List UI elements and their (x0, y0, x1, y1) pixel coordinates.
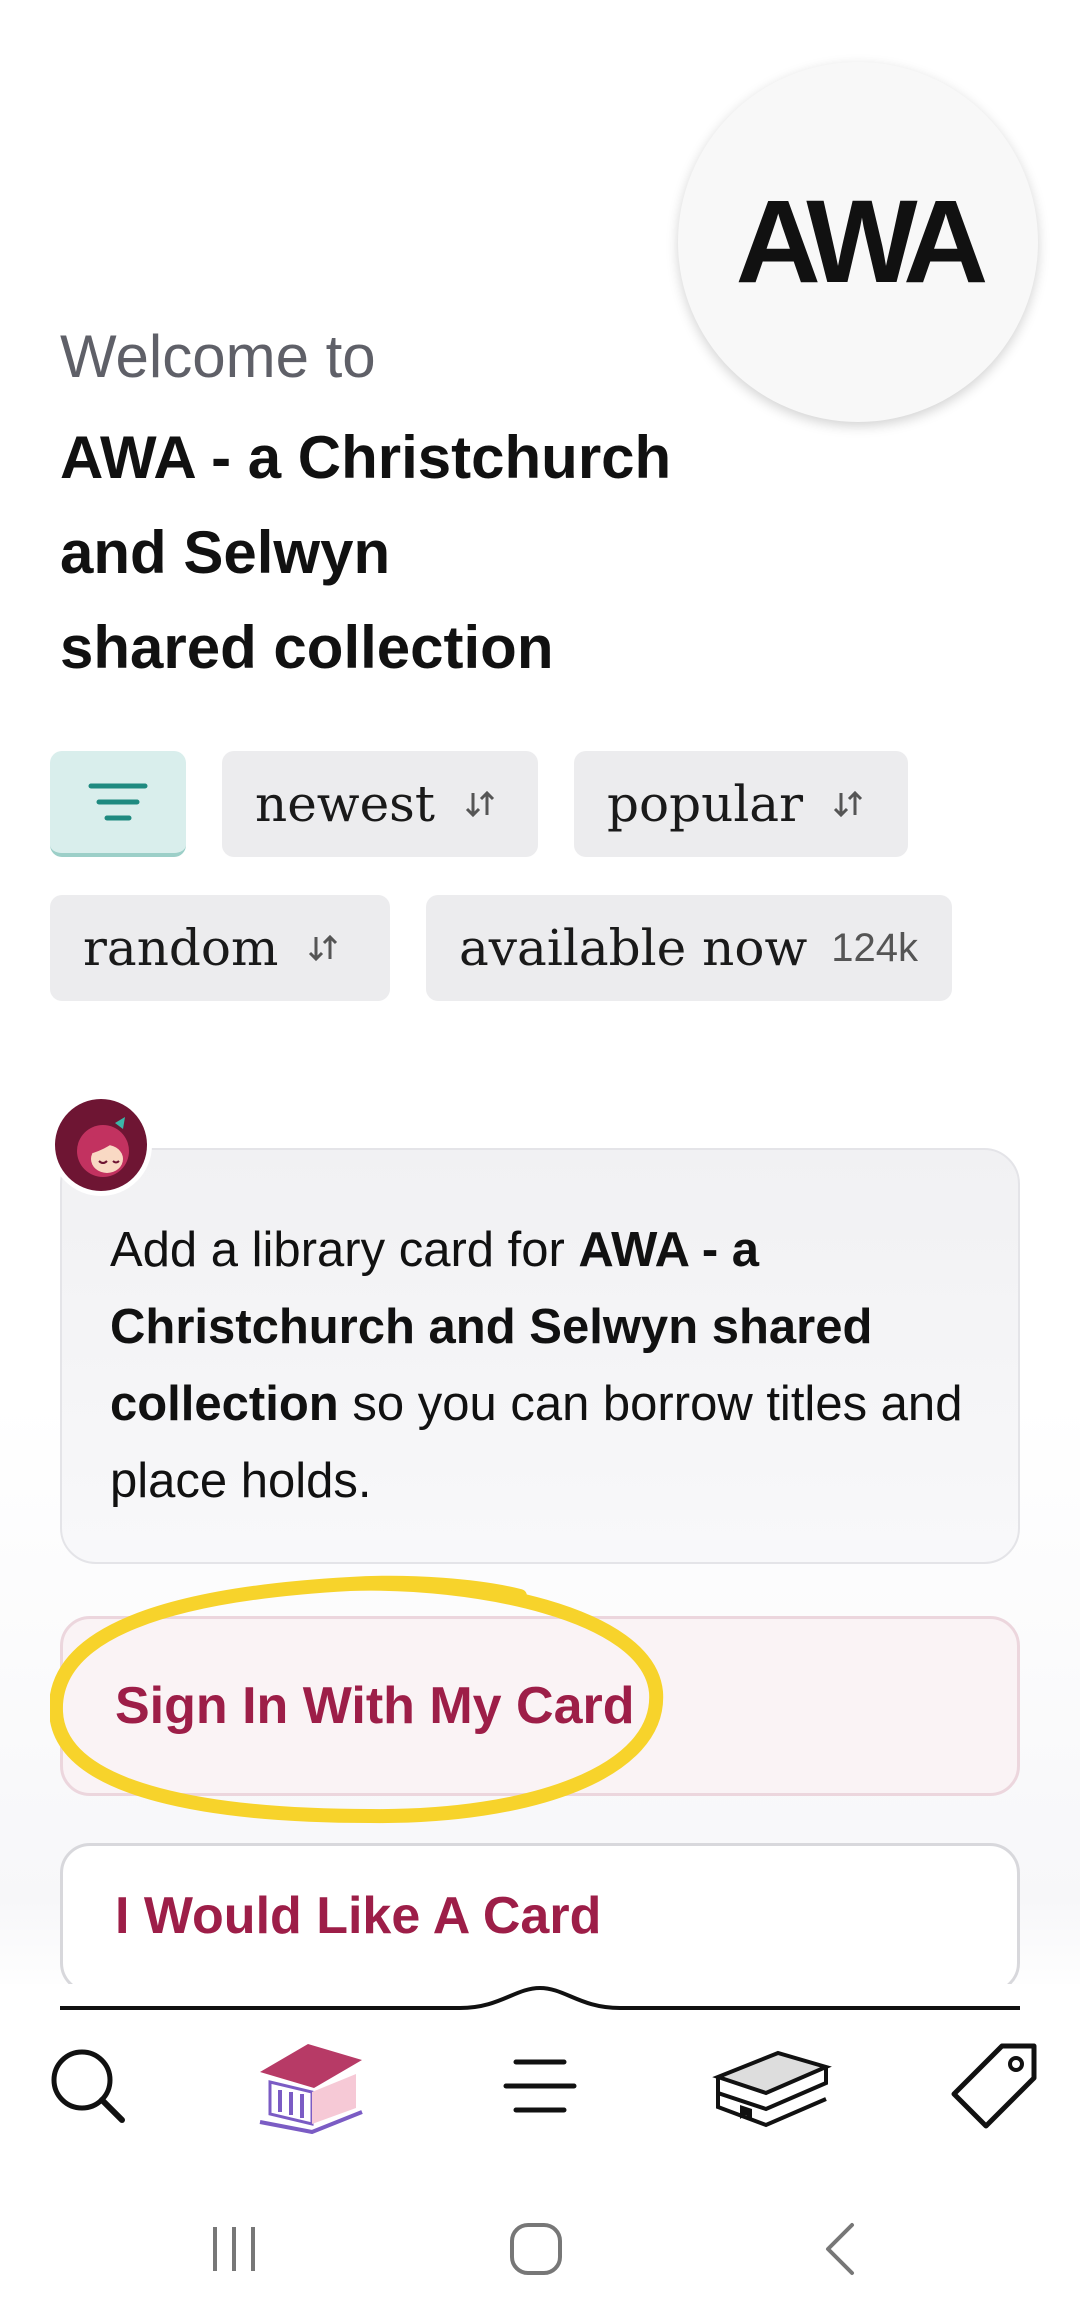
library-logo: AWA (678, 62, 1038, 422)
chip-label: random (83, 919, 279, 977)
search-icon (51, 2049, 125, 2123)
sort-arrows-icon (833, 790, 863, 818)
system-back[interactable] (780, 2204, 900, 2294)
bottom-nav (0, 1984, 1080, 2184)
sort-random-chip[interactable]: random (50, 895, 390, 1001)
request-card-label: I Would Like A Card (115, 1887, 602, 1945)
nav-divider (60, 1985, 1020, 2010)
library-title-line: and Selwyn (60, 519, 391, 586)
system-recent-apps[interactable] (174, 2204, 294, 2294)
menu-icon (503, 2059, 577, 2113)
library-card-notice: Add a library card for AWA - a Christchu… (60, 1148, 1020, 1564)
sort-popular-chip[interactable]: popular (574, 751, 908, 857)
nav-tags[interactable] (924, 2026, 1064, 2146)
library-icon (259, 2044, 363, 2134)
back-icon (826, 2223, 854, 2275)
system-home[interactable] (476, 2204, 596, 2294)
sort-arrows-icon (309, 934, 338, 962)
sort-newest-chip[interactable]: newest (222, 751, 538, 857)
sign-in-with-card-button[interactable]: Sign In With My Card (60, 1616, 1020, 1796)
chip-label: available now (459, 919, 808, 977)
library-logo-text: AWA (735, 176, 989, 308)
notice-text-before: Add a library card for (110, 1223, 579, 1277)
available-count: 124k (831, 925, 918, 970)
filter-lines-icon (88, 783, 148, 821)
chip-label: popular (607, 775, 804, 833)
welcome-label: Welcome to (60, 323, 376, 390)
filter-button[interactable] (50, 751, 186, 857)
recent-apps-icon (213, 2227, 255, 2271)
sign-in-label: Sign In With My Card (115, 1677, 635, 1735)
sort-arrows-icon (465, 790, 494, 818)
nav-menu[interactable] (470, 2026, 610, 2146)
libby-avatar-icon (50, 1094, 152, 1196)
home-icon (510, 2223, 562, 2275)
nav-search[interactable] (18, 2026, 158, 2146)
shelf-books-icon (712, 2050, 832, 2128)
chip-label: newest (255, 775, 435, 833)
available-now-chip[interactable]: available now 124k (426, 895, 952, 1001)
nav-shelf[interactable] (702, 2026, 842, 2146)
request-card-button[interactable]: I Would Like A Card (60, 1843, 1020, 1993)
library-title: AWA - a Christchurch and Selwyn shared c… (60, 410, 700, 695)
tag-icon (951, 2043, 1037, 2129)
system-nav-bar (0, 2184, 1080, 2319)
nav-library[interactable] (238, 2026, 378, 2146)
library-title-line: AWA - a Christchurch (60, 424, 672, 491)
library-title-line: shared collection (60, 614, 554, 681)
